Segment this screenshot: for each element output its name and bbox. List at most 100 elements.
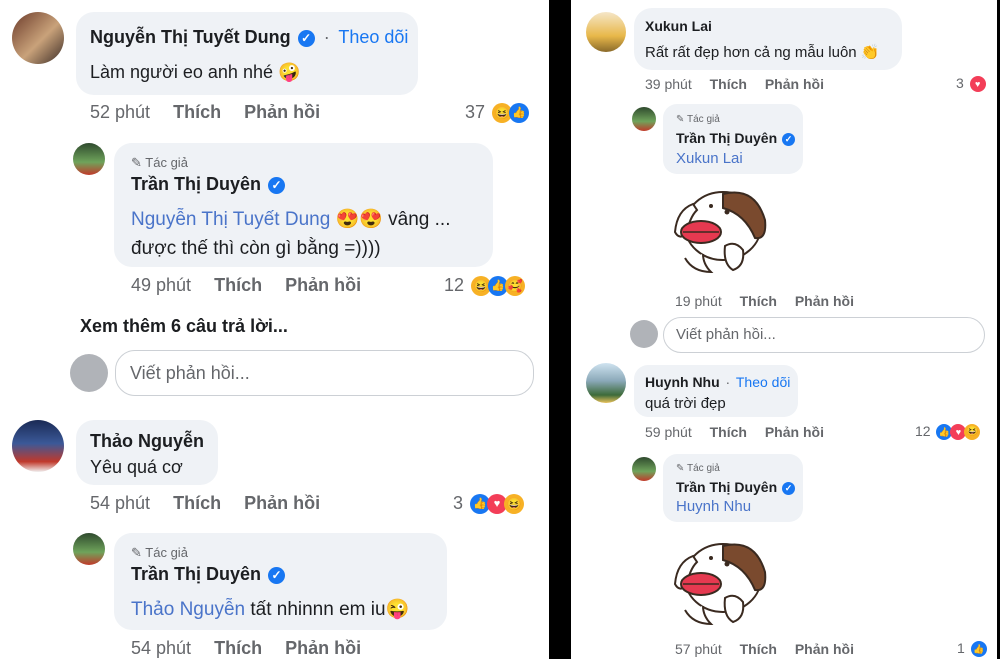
timestamp[interactable]: 59 phút — [645, 424, 692, 440]
reply-input[interactable]: Viết phản hồi... — [663, 317, 985, 353]
current-user-avatar — [70, 354, 108, 392]
emoji: 👏 — [860, 44, 880, 61]
reply-text-line1: Nguyễn Thị Tuyết Dung 😍😍 vâng ... — [131, 207, 451, 231]
like-button[interactable]: Thích — [173, 102, 221, 123]
timestamp[interactable]: 19 phút — [675, 293, 722, 309]
reaction-count: 12 — [444, 275, 465, 295]
timestamp[interactable]: 49 phút — [131, 275, 191, 296]
avatar-tran-thi-duyen[interactable] — [73, 143, 105, 175]
author-tag-label: Tác giả — [687, 114, 720, 125]
avatar-tuyet-dung[interactable] — [12, 12, 64, 64]
author-tag-label: Tác giả — [145, 155, 188, 170]
comment-body: Rất rất đẹp hơn cả ng mẫu luôn — [645, 44, 857, 61]
like-button[interactable]: Thích — [173, 493, 221, 514]
mention-link[interactable]: Xukun Lai — [676, 150, 743, 167]
pencil-icon: ✎ — [131, 155, 142, 170]
mention-link[interactable]: Nguyễn Thị Tuyết Dung — [131, 209, 330, 230]
mention-link[interactable]: Huynh Nhu — [676, 498, 751, 515]
author-tag: ✎ Tác giả — [131, 155, 188, 171]
sticker-spot — [709, 204, 713, 208]
verified-badge-icon: ✓ — [782, 481, 796, 495]
follow-button[interactable]: Theo dõi — [736, 374, 790, 390]
care-reaction-icon: 🥰 — [505, 276, 526, 297]
dog-sticker[interactable] — [663, 180, 775, 280]
love-reaction-icon: ♥ — [969, 76, 986, 93]
right-comments-panel: Xukun Lai Rất rất đẹp hơn cả ng mẫu luôn… — [571, 0, 997, 659]
reply-button[interactable]: Phản hồi — [285, 275, 361, 296]
reaction-summary[interactable]: 1 👍 — [957, 640, 987, 658]
avatar-thao-nguyen[interactable] — [12, 420, 64, 472]
avatar-tran-thi-duyen[interactable] — [632, 107, 656, 131]
like-button[interactable]: Thích — [740, 641, 777, 657]
author-name[interactable]: Huynh Nhu — [645, 374, 720, 390]
timestamp[interactable]: 54 phút — [90, 493, 150, 514]
reaction-summary[interactable]: 3 ♥ — [956, 75, 986, 93]
sticker-eye — [724, 561, 730, 567]
reply-input[interactable]: Viết phản hồi... — [115, 350, 534, 396]
reply-meta: 49 phút Thích Phản hồi — [131, 275, 361, 296]
author-tag-label: Tác giả — [145, 545, 188, 560]
author-name[interactable]: Nguyễn Thị Tuyết Dung — [90, 27, 291, 47]
emoji: 😍😍 — [335, 209, 383, 230]
author-name[interactable]: Thảo Nguyễn — [90, 431, 204, 452]
comment-meta: 54 phút Thích Phản hồi — [90, 493, 320, 514]
reply-body: tất nhinnn em iu — [250, 599, 386, 620]
author-name[interactable]: Xukun Lai — [645, 18, 712, 34]
avatar-tran-thi-duyen[interactable] — [632, 457, 656, 481]
reaction-summary[interactable]: 37 😆 👍 — [465, 102, 530, 124]
timestamp[interactable]: 54 phút — [131, 638, 191, 659]
follow-button[interactable]: Theo dõi — [338, 27, 408, 47]
reply-text-line2: được thế thì còn gì bằng =)))) — [131, 238, 381, 259]
haha-reaction-icon: 😆 — [504, 494, 525, 515]
reply-button[interactable]: Phản hồi — [285, 638, 361, 659]
comment-body: Yêu quá cơ — [90, 457, 183, 477]
comment-meta: 59 phút Thích Phản hồi — [645, 424, 824, 440]
verified-badge-icon: ✓ — [782, 132, 796, 146]
sticker-spot — [709, 556, 713, 560]
reply-button[interactable]: Phản hồi — [244, 102, 320, 123]
reaction-summary[interactable]: 12 😆 👍 🥰 — [444, 275, 526, 297]
comment-meta: 39 phút Thích Phản hồi — [645, 76, 824, 92]
timestamp[interactable]: 57 phút — [675, 641, 722, 657]
avatar-xukun-lai[interactable] — [586, 12, 626, 52]
reaction-count: 12 — [915, 423, 931, 439]
mention-link[interactable]: Thảo Nguyễn — [131, 599, 245, 620]
like-button[interactable]: Thích — [710, 424, 747, 440]
like-button[interactable]: Thích — [214, 638, 262, 659]
sticker-eye — [724, 209, 730, 215]
comment-meta: 52 phút Thích Phản hồi — [90, 102, 320, 123]
reaction-summary[interactable]: 12 👍 ♥ 😆 — [915, 423, 981, 441]
author-name[interactable]: Trần Thị Duyên — [131, 174, 261, 194]
pencil-icon: ✎ — [131, 545, 142, 560]
sticker-paws — [723, 594, 745, 624]
reply-button[interactable]: Phản hồi — [795, 641, 854, 657]
author-name[interactable]: Trần Thị Duyên — [676, 130, 777, 146]
dot-separator: · — [323, 27, 330, 47]
left-comments-panel: Nguyễn Thị Tuyết Dung ✓ · Theo dõi Làm n… — [0, 0, 549, 659]
reply-button[interactable]: Phản hồi — [244, 493, 320, 514]
like-button[interactable]: Thích — [710, 76, 747, 92]
reply-header: Trần Thị Duyên ✓ — [676, 479, 796, 495]
timestamp[interactable]: 52 phút — [90, 102, 150, 123]
reply-button[interactable]: Phản hồi — [765, 76, 824, 92]
like-reaction-icon: 👍 — [970, 641, 987, 658]
reply-button[interactable]: Phản hồi — [765, 424, 824, 440]
like-button[interactable]: Thích — [740, 293, 777, 309]
author-name[interactable]: Trần Thị Duyên — [131, 564, 261, 584]
dog-sticker[interactable] — [663, 532, 775, 632]
reaction-summary[interactable]: 3 👍 ♥ 😆 — [453, 493, 525, 515]
timestamp[interactable]: 39 phút — [645, 76, 692, 92]
view-more-replies-link[interactable]: Xem thêm 6 câu trả lời... — [80, 316, 288, 337]
like-button[interactable]: Thích — [214, 275, 262, 296]
reaction-count: 37 — [465, 102, 486, 122]
reaction-count: 3 — [453, 493, 464, 513]
verified-badge-icon: ✓ — [268, 176, 286, 194]
reply-button[interactable]: Phản hồi — [795, 293, 854, 309]
reply-body: vâng ... — [388, 209, 451, 230]
avatar-huynh-nhu[interactable] — [586, 363, 626, 403]
sticker-paws — [723, 242, 745, 272]
author-name[interactable]: Trần Thị Duyên — [676, 479, 777, 495]
avatar-tran-thi-duyen[interactable] — [73, 533, 105, 565]
pencil-icon: ✎ — [676, 114, 685, 125]
reply-header: Trần Thị Duyên ✓ — [676, 130, 796, 146]
